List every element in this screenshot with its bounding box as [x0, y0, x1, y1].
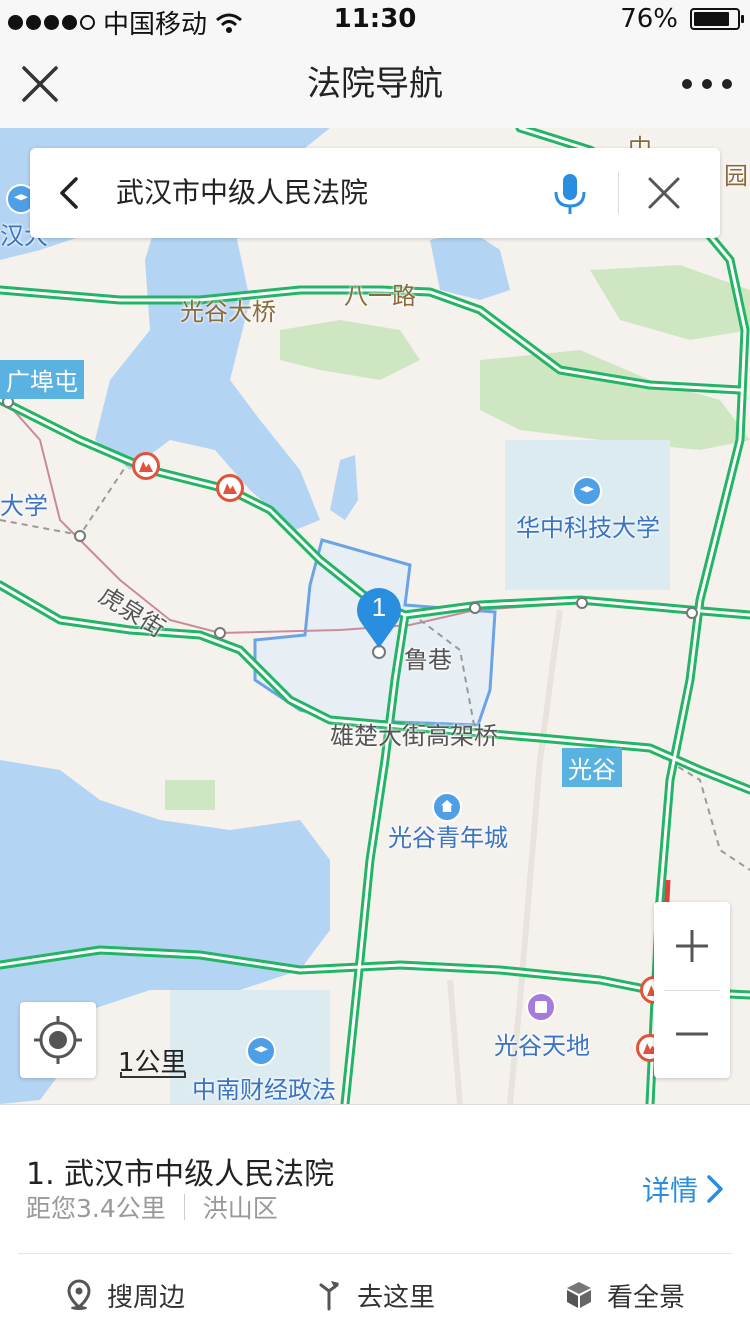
status-right: 76% — [620, 4, 744, 34]
residence-icon[interactable] — [432, 792, 462, 822]
map-label-youth-city: 光谷青年城 — [388, 824, 508, 852]
lake-small — [330, 455, 358, 520]
result-district: 洪山区 — [202, 1194, 278, 1223]
map-label-znufe: 中南财经政法 — [192, 1076, 336, 1104]
battery-icon — [690, 8, 744, 30]
status-bar: 中国移动 11:30 76% — [0, 0, 750, 40]
chevron-right-icon — [707, 1175, 723, 1203]
close-icon[interactable] — [644, 173, 684, 213]
microphone-icon[interactable] — [550, 172, 590, 216]
location-pin-icon — [67, 1279, 91, 1310]
roadwork-icon[interactable] — [132, 452, 160, 480]
action-bar: 搜周边 去这里 看全景 — [0, 1255, 750, 1335]
result-title[interactable]: 1. 武汉市中级人民法院 — [26, 1149, 334, 1193]
map-label-bridge: 光谷大桥 — [180, 298, 276, 326]
minor-road-2 — [447, 979, 463, 1104]
page-title: 法院导航 — [307, 64, 443, 104]
map-label-university-west: 大学 — [0, 492, 48, 520]
search-bar: 武汉市中级人民法院 — [30, 148, 720, 238]
station-4 — [469, 602, 481, 614]
result-meta: 距您3.4公里 洪山区 — [26, 1189, 278, 1225]
roadwork-icon[interactable] — [216, 474, 244, 502]
battery-percent: 76% — [620, 4, 678, 34]
map-scale-bar — [120, 1072, 186, 1078]
station-3 — [214, 627, 226, 639]
park-2 — [480, 350, 750, 450]
map-label-top-right-2: 园 — [724, 162, 748, 190]
park-4 — [165, 780, 215, 810]
nav-bar: 法院导航 — [0, 40, 750, 129]
zoom-out-button[interactable] — [654, 990, 730, 1078]
locate-button[interactable] — [20, 1002, 96, 1078]
chevron-left-icon[interactable] — [50, 173, 90, 213]
action-label: 去这里 — [356, 1282, 435, 1313]
zoom-in-button[interactable] — [654, 902, 730, 990]
panel-divider — [18, 1253, 732, 1254]
go-here-button[interactable]: 去这里 — [250, 1255, 500, 1335]
shopping-icon[interactable] — [526, 992, 556, 1022]
map-label-tiandi: 光谷天地 — [494, 1032, 590, 1060]
park-1 — [280, 320, 420, 380]
map-label-guangbutun: 广埠屯 — [0, 360, 84, 399]
university-icon[interactable] — [572, 476, 602, 506]
lake-northeast — [430, 230, 510, 300]
map-label-luxiang: 鲁巷 — [404, 646, 452, 674]
panorama-button[interactable]: 看全景 — [500, 1255, 750, 1335]
detail-label: 详情 — [641, 1174, 698, 1207]
route-icon — [319, 1281, 339, 1311]
result-distance: 距您3.4公里 — [26, 1194, 166, 1223]
station-6 — [686, 607, 698, 619]
station-5 — [576, 597, 588, 609]
zoom-control — [654, 902, 730, 1078]
crosshair-icon — [34, 1016, 82, 1064]
station-2 — [74, 530, 86, 542]
map-view[interactable]: 光谷大桥 八一路 广埠屯 大学 汉大 华中科技大学 虎泉街 鲁巷 雄楚大街高架桥… — [0, 128, 750, 1104]
action-label: 看全景 — [606, 1282, 685, 1313]
map-label-bayi-road: 八一路 — [344, 282, 416, 310]
university-icon[interactable] — [246, 1036, 276, 1066]
location-marker[interactable]: 1 — [354, 584, 404, 650]
marker-number: 1 — [372, 592, 386, 622]
cube-icon — [566, 1282, 591, 1308]
search-input[interactable]: 武汉市中级人民法院 — [116, 148, 368, 238]
park-3 — [590, 265, 750, 340]
meta-divider — [183, 1194, 185, 1220]
detail-button[interactable]: 详情 — [642, 1169, 724, 1209]
search-nearby-button[interactable]: 搜周边 — [0, 1255, 250, 1335]
map-label-guanggu: 光谷 — [562, 748, 622, 787]
map-label-xiongchu: 雄楚大街高架桥 — [330, 722, 498, 750]
more-icon[interactable] — [682, 70, 732, 98]
result-panel: 1. 武汉市中级人民法院 距您3.4公里 洪山区 详情 搜周边 去这里 看全景 — [0, 1104, 750, 1335]
search-divider — [618, 172, 619, 214]
map-label-hust: 华中科技大学 — [516, 514, 660, 542]
action-label: 搜周边 — [106, 1282, 185, 1313]
